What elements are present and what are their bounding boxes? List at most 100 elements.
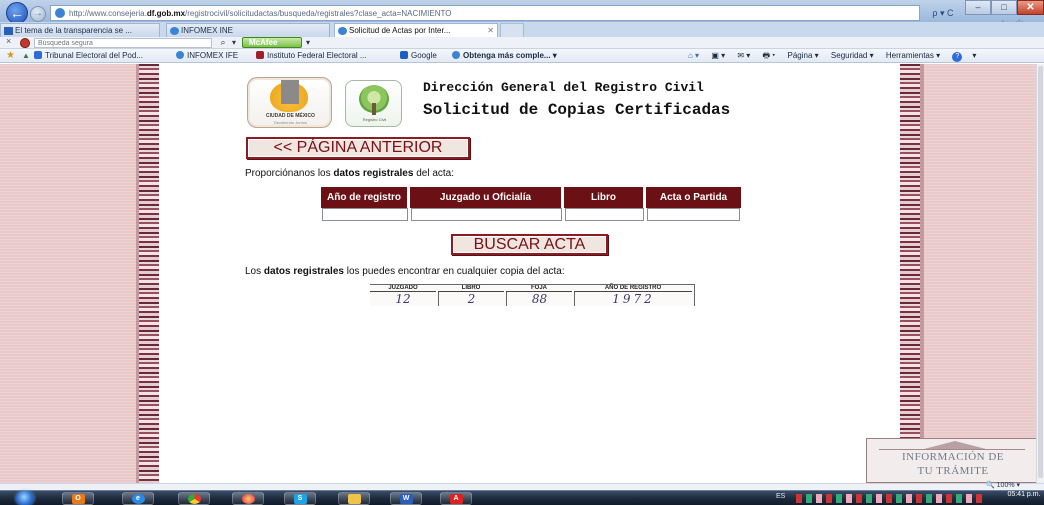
help-dropdown-icon[interactable]: ▾: [972, 51, 976, 60]
zoom-control[interactable]: 🔍 100% ▾: [986, 481, 1020, 489]
header-libro: Libro: [564, 187, 645, 208]
favorite-link-obtenga-mas[interactable]: Obtenga más comple... ▾: [452, 50, 557, 62]
tab-label: Solicitud de Actas por Inter...: [349, 26, 451, 35]
system-tray-icons[interactable]: [796, 494, 986, 503]
registro-civil-logo-text: Registro Civil: [362, 117, 387, 122]
juzgado-input[interactable]: [411, 208, 562, 221]
favorite-icon: [256, 51, 264, 59]
browser-window: ← → http://www.consejeria. df.gob.mx/regi…: [0, 0, 1044, 505]
background-left: [0, 64, 140, 483]
page-viewport: CIUDAD DE MÉXICO Decidiendo Juntos Regis…: [0, 64, 1040, 483]
tab-transparencia[interactable]: El tema de la transparencia se ...: [0, 23, 160, 37]
taskbar-word[interactable]: W: [390, 492, 422, 505]
info-line-1: INFORMACIÓN DE: [901, 451, 1005, 463]
instructions-text-part: del acta:: [413, 168, 455, 179]
favorite-link-label: Obtenga más comple... ▾: [463, 51, 557, 60]
close-window-button[interactable]: ✕: [1017, 0, 1044, 15]
tab-favicon-icon: [170, 27, 179, 35]
background-right: [912, 64, 1036, 483]
skype-icon: S: [293, 493, 307, 504]
internet-explorer-icon: e: [131, 493, 145, 504]
hint-text-bold: datos registrales: [263, 266, 344, 277]
taskbar-internet-explorer[interactable]: e: [122, 492, 154, 505]
hint-text-part: Los: [245, 266, 264, 277]
url-domain: df.gob.mx: [146, 8, 186, 18]
forward-button[interactable]: →: [30, 6, 46, 22]
tramite-info-button[interactable]: INFORMACIÓN DE TU TRÁMITE: [866, 438, 1040, 483]
mail-menu[interactable]: ✉ ▾: [737, 51, 750, 60]
sample-record-image: JUZGADO LIBRO FOJA AÑO DE REGISTRO 12 2 …: [370, 284, 695, 306]
previous-page-button[interactable]: << PÁGINA ANTERIOR: [246, 137, 470, 159]
minimize-button[interactable]: –: [965, 0, 991, 15]
start-button[interactable]: [16, 491, 34, 505]
libro-input[interactable]: [565, 208, 644, 221]
address-tools-icons[interactable]: ρ ▾ C: [924, 5, 962, 21]
add-favorite-icon[interactable]: ▲: [22, 51, 30, 60]
vertical-scrollbar[interactable]: [1036, 64, 1044, 483]
taskbar-file-explorer[interactable]: [338, 492, 370, 505]
feeds-menu[interactable]: ▣ ▾: [711, 51, 725, 60]
tools-menu[interactable]: Herramientas ▾: [886, 51, 940, 60]
search-dropdown-icon[interactable]: ▾: [232, 37, 236, 48]
taskbar-acrobat[interactable]: A: [440, 492, 472, 505]
help-icon[interactable]: ?: [952, 52, 963, 62]
tab-favicon-icon: [338, 27, 347, 35]
info-arrow-icon: [924, 441, 986, 449]
title-bar: ← → http://www.consejeria. df.gob.mx/regi…: [0, 0, 1044, 40]
acrobat-icon: A: [449, 493, 463, 504]
tree-trunk: [372, 103, 376, 115]
registro-civil-logo: Registro Civil: [345, 80, 402, 127]
hint-text-part: los puedes encontrar en cualquier copia …: [343, 266, 565, 277]
acta-partida-input[interactable]: [647, 208, 740, 221]
favorites-star-icon[interactable]: ★: [6, 50, 15, 61]
favorite-link-google[interactable]: Google: [400, 50, 437, 62]
page-heading: Dirección General del Registro Civil: [423, 80, 704, 95]
search-toolbar: × ⌕ ▾ McAfee ▾: [0, 36, 1044, 49]
favorite-link-label: INFOMEX IFE: [187, 51, 239, 60]
ano-registro-input[interactable]: [322, 208, 408, 221]
mcafee-button[interactable]: McAfee: [242, 37, 302, 48]
safe-search-shield-icon: [20, 38, 30, 48]
taskbar-clock[interactable]: 05:41 p.m.: [1004, 491, 1044, 498]
taskbar-outlook[interactable]: O: [62, 492, 94, 505]
favorite-link-infomex-ife[interactable]: INFOMEX IFE: [176, 50, 238, 62]
mcafee-dropdown-icon[interactable]: ▾: [306, 37, 310, 48]
tab-label: El tema de la transparencia se ...: [15, 26, 132, 35]
tab-close-icon[interactable]: ✕: [487, 24, 494, 37]
print-menu[interactable]: 🖶 ▾: [763, 51, 776, 60]
registry-data-form: Año de registro Juzgado u Oficialía Libr…: [321, 187, 741, 221]
toolbar-close-icon[interactable]: ×: [6, 36, 11, 46]
search-icon[interactable]: ⌕: [216, 37, 230, 48]
security-menu[interactable]: Seguridad ▾: [831, 51, 874, 60]
url-path: /registrocivil/solicitudactas/busqueda/r…: [185, 8, 452, 18]
tab-solicitud-actas[interactable]: Solicitud de Actas por Inter... ✕: [334, 23, 498, 37]
search-record-button[interactable]: BUSCAR ACTA: [451, 234, 608, 255]
taskbar-skype[interactable]: S: [284, 492, 316, 505]
address-bar[interactable]: http://www.consejeria. df.gob.mx/registro…: [50, 5, 920, 21]
taskbar-firefox[interactable]: [232, 492, 264, 505]
home-menu[interactable]: ⌂ ▾: [688, 51, 699, 60]
favorite-link-ife[interactable]: Instituto Federal Electoral ...: [256, 50, 367, 62]
favorite-icon: [176, 51, 184, 59]
url-prefix: http://www.consejeria.: [69, 8, 147, 18]
safe-search-input[interactable]: [34, 38, 212, 48]
info-divider: [879, 449, 1025, 450]
info-line-2: TU TRÁMITE: [917, 465, 989, 477]
outlook-icon: O: [71, 493, 85, 504]
instructions-text-part: Proporciónanos los: [245, 168, 334, 179]
back-button[interactable]: ←: [6, 2, 28, 24]
maximize-button[interactable]: □: [991, 0, 1017, 15]
page-favicon-icon: [55, 8, 65, 18]
new-tab-button[interactable]: [500, 23, 524, 37]
favorite-link-label: Tribunal Electoral del Pod...: [45, 51, 143, 60]
status-bar: 🔍 100% ▾: [0, 481, 1044, 490]
tab-infomex-ine[interactable]: INFOMEX INE: [166, 23, 330, 37]
windows-taskbar: O e S W A ES 05:41 p.m.: [0, 490, 1044, 505]
page-menu[interactable]: Página ▾: [788, 51, 819, 60]
taskbar-chrome[interactable]: [178, 492, 210, 505]
favorite-link-tribunal[interactable]: Tribunal Electoral del Pod...: [34, 50, 143, 62]
language-indicator[interactable]: ES: [776, 493, 785, 500]
header-juzgado: Juzgado u Oficialía: [410, 187, 563, 208]
tab-favicon-icon: [4, 27, 13, 35]
scrollbar-thumb[interactable]: [1038, 66, 1043, 478]
